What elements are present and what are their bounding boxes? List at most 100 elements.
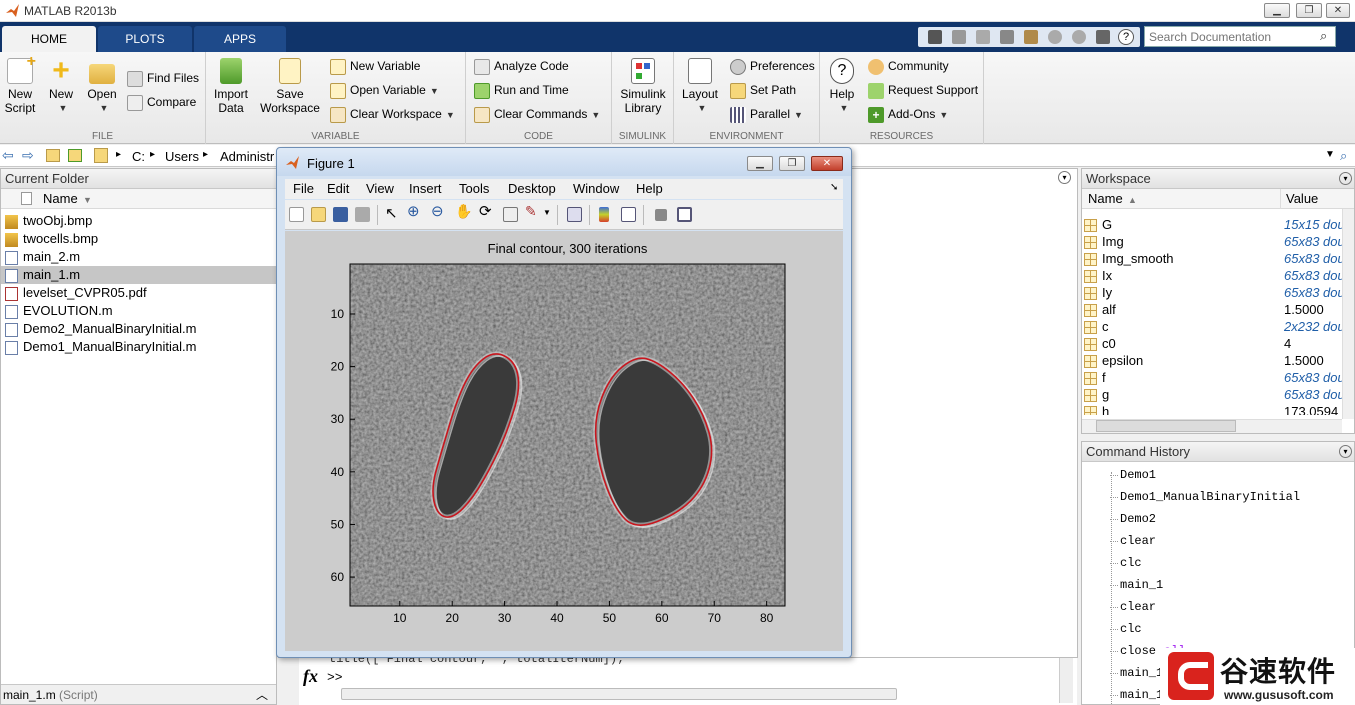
layout-button[interactable]: Layout ▼ (678, 58, 722, 115)
path-segment[interactable]: C: (132, 149, 145, 164)
figure-maximize-button[interactable]: ❐ (779, 156, 805, 171)
up-folder-icon[interactable] (46, 149, 60, 162)
vertical-scrollbar[interactable] (1342, 209, 1354, 419)
open-button[interactable]: Open ▼ (84, 58, 120, 115)
save-figure-icon[interactable] (333, 207, 348, 222)
chevron-up-icon[interactable]: ︿ (256, 685, 268, 705)
workspace-variable-row[interactable]: c0 4 (1082, 335, 1354, 352)
forward-icon[interactable]: ⇨ (22, 147, 34, 164)
workspace-variable-row[interactable]: c 2x232 dou (1082, 318, 1354, 335)
workspace-variable-row[interactable]: Iy 65x83 dou (1082, 284, 1354, 301)
parallel-button[interactable]: Parallel ▼ (730, 104, 803, 124)
history-item[interactable]: Demo2 (1082, 508, 1354, 530)
workspace-variable-row[interactable]: Ix 65x83 dou (1082, 267, 1354, 284)
new-script-button[interactable]: + New Script (2, 54, 38, 116)
community-button[interactable]: Community (868, 56, 949, 76)
request-support-button[interactable]: Request Support (868, 80, 978, 100)
search-icon[interactable]: ⌕ (1320, 28, 1327, 44)
compare-button[interactable]: Compare (127, 92, 196, 112)
zoom-in-icon[interactable]: ⊕ (407, 202, 420, 220)
path-segment[interactable]: Users (165, 149, 199, 164)
file-list-item[interactable]: main_2.m (1, 248, 276, 266)
history-item[interactable]: clc (1082, 552, 1354, 574)
tab-apps[interactable]: APPS (194, 26, 286, 52)
file-list-item[interactable]: EVOLUTION.m (1, 302, 276, 320)
file-list-item[interactable]: twoObj.bmp (1, 212, 276, 230)
panel-menu-icon[interactable]: ▾ (1058, 171, 1071, 184)
file-list-item[interactable]: Demo1_ManualBinaryInitial.m (1, 338, 276, 356)
run-and-time-button[interactable]: Run and Time (474, 80, 569, 100)
back-icon[interactable]: ⇦ (2, 147, 14, 164)
clear-commands-button[interactable]: Clear Commands ▼ (474, 104, 600, 124)
set-path-button[interactable]: Set Path (730, 80, 796, 100)
rotate-3d-icon[interactable]: ⟳ (479, 202, 492, 220)
cut-icon[interactable] (976, 30, 990, 44)
history-item[interactable]: Demo1_ManualBinaryInitial (1082, 486, 1354, 508)
workspace-variable-row[interactable]: epsilon 1.5000 (1082, 352, 1354, 369)
tab-home[interactable]: HOME (2, 26, 96, 52)
menu-insert[interactable]: Insert (409, 181, 442, 196)
link-plot-icon[interactable] (567, 207, 582, 222)
import-data-button[interactable]: Import Data (210, 58, 252, 115)
figure-close-button[interactable]: ✕ (811, 156, 843, 171)
menu-tools[interactable]: Tools (459, 181, 489, 196)
menu-desktop[interactable]: Desktop (508, 181, 556, 196)
workspace-variable-row[interactable]: alf 1.5000 (1082, 301, 1354, 318)
analyze-code-button[interactable]: Analyze Code (474, 56, 569, 76)
save-workspace-button[interactable]: Save Workspace (258, 58, 322, 115)
menu-view[interactable]: View (366, 181, 394, 196)
help-icon[interactable]: ? (1118, 29, 1134, 45)
menu-file[interactable]: File (293, 181, 314, 196)
horizontal-scrollbar[interactable] (1082, 419, 1342, 433)
add-ons-button[interactable]: + Add-Ons ▼ (868, 104, 948, 124)
file-list-item[interactable]: twocells.bmp (1, 230, 276, 248)
open-variable-button[interactable]: Open Variable ▼ (330, 80, 439, 100)
browse-folder-icon[interactable] (68, 149, 82, 162)
history-item[interactable]: Demo1 (1082, 464, 1354, 486)
workspace-variable-row[interactable]: g 65x83 dou (1082, 386, 1354, 403)
dock-arrow-icon[interactable]: ➘ (830, 182, 838, 193)
copy-icon[interactable] (1000, 30, 1014, 44)
name-column-header[interactable]: Name (1088, 189, 1123, 209)
maximize-button[interactable]: ❐ (1296, 3, 1322, 18)
preferences-button[interactable]: Preferences (730, 56, 815, 76)
history-item[interactable]: clear (1082, 596, 1354, 618)
open-file-icon[interactable] (311, 207, 326, 222)
clear-workspace-button[interactable]: Clear Workspace ▼ (330, 104, 455, 124)
new-button[interactable]: + New ▼ (44, 56, 78, 115)
command-window[interactable]: title(['Final contour, ', totalIterNum])… (299, 652, 1077, 705)
workspace-variable-row[interactable]: G 15x15 dou (1082, 216, 1354, 233)
history-item[interactable]: main_1 (1082, 574, 1354, 596)
file-list-item[interactable]: levelset_CVPR05.pdf (1, 284, 276, 302)
search-folder-icon[interactable]: ⌕ (1340, 148, 1347, 164)
workspace-variable-row[interactable]: f 65x83 dou (1082, 369, 1354, 386)
search-documentation-input[interactable] (1144, 26, 1336, 47)
file-list-item[interactable]: Demo2_ManualBinaryInitial.m (1, 320, 276, 338)
help-button[interactable]: ? Help ▼ (822, 58, 862, 115)
redo-icon[interactable] (1072, 30, 1086, 44)
find-files-button[interactable]: Find Files (127, 68, 199, 88)
tab-plots[interactable]: PLOTS (98, 26, 192, 52)
print-icon[interactable] (355, 207, 370, 222)
new-variable-button[interactable]: New Variable (330, 56, 420, 76)
data-cursor-icon[interactable] (503, 207, 518, 222)
menu-help[interactable]: Help (636, 181, 663, 196)
legend-icon[interactable] (621, 207, 636, 222)
menu-edit[interactable]: Edit (327, 181, 349, 196)
colorbar-icon[interactable] (599, 207, 609, 222)
vertical-scrollbar[interactable] (1059, 658, 1073, 703)
workspace-variable-row[interactable]: Img_smooth 65x83 dou (1082, 250, 1354, 267)
horizontal-scrollbar[interactable] (341, 688, 897, 700)
hide-plot-tools-icon[interactable] (655, 209, 667, 221)
path-segment[interactable]: Administr (220, 149, 274, 164)
name-column-header[interactable]: Name (43, 189, 78, 209)
zoom-out-icon[interactable]: ⊖ (431, 202, 444, 220)
figure-minimize-button[interactable]: ▁ (747, 156, 773, 171)
paste-icon[interactable] (1024, 30, 1038, 44)
workspace-variable-row[interactable]: Img 65x83 dou (1082, 233, 1354, 250)
minimize-button[interactable]: ▁ (1264, 3, 1290, 18)
chevron-down-icon[interactable]: ▼ (1325, 149, 1335, 160)
chevron-down-icon[interactable]: ▼ (543, 208, 551, 217)
workspace-variable-row[interactable]: h 173.0594 (1082, 403, 1354, 415)
brush-icon[interactable]: ✎ (525, 203, 537, 220)
